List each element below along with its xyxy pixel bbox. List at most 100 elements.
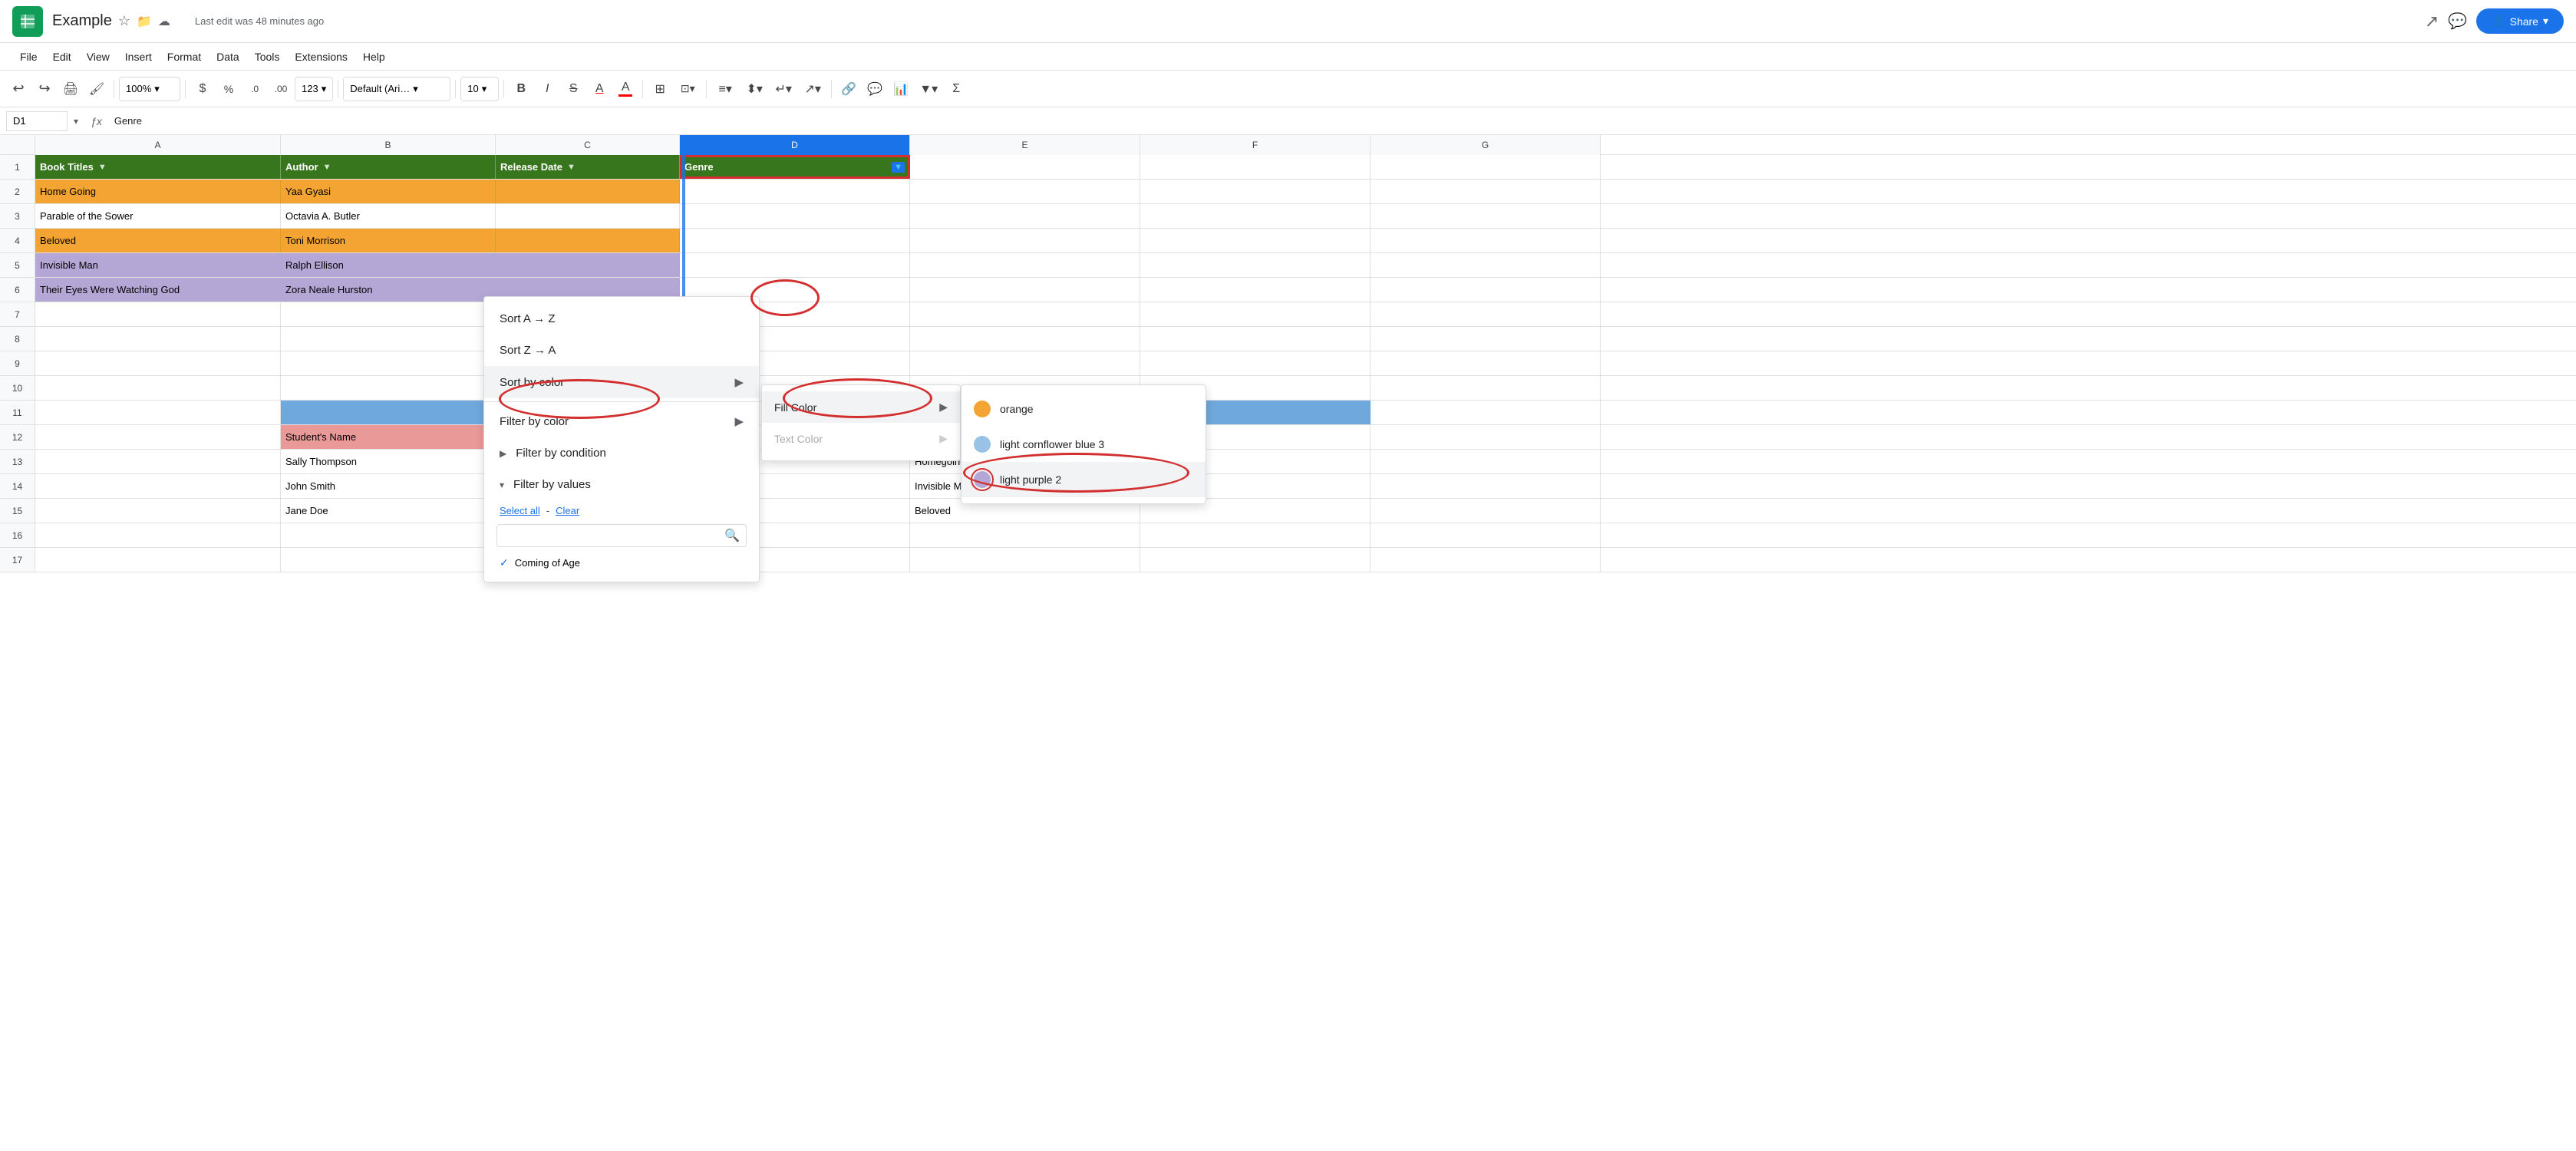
col-header-a[interactable]: A: [35, 135, 281, 155]
cell-d4[interactable]: [680, 229, 910, 252]
cell-b4[interactable]: Toni Morrison: [281, 229, 496, 252]
cell-d1[interactable]: Genre ▼: [680, 155, 910, 179]
v-align-button[interactable]: ⬍▾: [740, 77, 768, 101]
cell-c5[interactable]: [496, 253, 680, 277]
cell-b3[interactable]: Octavia A. Butler: [281, 204, 496, 228]
cell-b6[interactable]: Zora Neale Hurston: [281, 278, 496, 302]
cell-a2[interactable]: Home Going: [35, 180, 281, 203]
fill-color-button[interactable]: A: [613, 77, 638, 101]
cell-d3[interactable]: [680, 204, 910, 228]
text-wrap-button[interactable]: ↵▾: [770, 77, 797, 101]
select-all-link[interactable]: Select all: [500, 505, 540, 516]
cell-c4[interactable]: [496, 229, 680, 252]
font-dropdown[interactable]: Default (Ari… ▾: [343, 77, 450, 101]
color-item-orange[interactable]: orange: [961, 391, 1206, 427]
filter-search-input[interactable]: [503, 530, 724, 542]
menu-item-data[interactable]: Data: [209, 48, 247, 66]
fill-color-item[interactable]: Fill Color ▶: [762, 391, 960, 423]
cell-a5[interactable]: Invisible Man: [35, 253, 281, 277]
cell-f6[interactable]: [1140, 278, 1370, 302]
strikethrough-button[interactable]: S: [561, 77, 585, 101]
sum-button[interactable]: Σ: [944, 77, 968, 101]
filter-item-coming-of-age[interactable]: ✓ Coming of Age: [484, 550, 759, 576]
cell-e6[interactable]: [910, 278, 1140, 302]
ctx-item-sort-za[interactable]: Sort Z → A: [484, 335, 759, 366]
cell-g1[interactable]: [1370, 155, 1601, 179]
h-align-button[interactable]: ≡▾: [711, 77, 739, 101]
cell-e4[interactable]: [910, 229, 1140, 252]
cell-g4[interactable]: [1370, 229, 1601, 252]
cell-d2[interactable]: [680, 180, 910, 203]
star-icon[interactable]: ☆: [118, 13, 130, 29]
cell-a1[interactable]: Book Titles ▼: [35, 155, 281, 179]
undo-button[interactable]: ↩: [6, 77, 31, 101]
menu-item-tools[interactable]: Tools: [247, 48, 288, 66]
menu-item-edit[interactable]: Edit: [45, 48, 79, 66]
underline-button[interactable]: A: [587, 77, 612, 101]
ctx-item-sort-by-color[interactable]: Sort by color ▶: [484, 366, 759, 398]
percent-button[interactable]: %: [216, 77, 241, 101]
clear-link[interactable]: Clear: [556, 505, 579, 516]
cell-g2[interactable]: [1370, 180, 1601, 203]
formula-dropdown-icon[interactable]: ▾: [74, 116, 78, 127]
cell-b5[interactable]: Ralph Ellison: [281, 253, 496, 277]
menu-item-view[interactable]: View: [79, 48, 117, 66]
cell-b2[interactable]: Yaa Gyasi: [281, 180, 496, 203]
menu-item-file[interactable]: File: [12, 48, 45, 66]
font-size-dropdown[interactable]: 10 ▾: [460, 77, 499, 101]
zoom-dropdown[interactable]: 100% ▾: [119, 77, 180, 101]
cell-f4[interactable]: [1140, 229, 1370, 252]
text-color-item[interactable]: Text Color ▶: [762, 423, 960, 454]
cell-f3[interactable]: [1140, 204, 1370, 228]
cell-a4[interactable]: Beloved: [35, 229, 281, 252]
filter-icon-b1[interactable]: ▼: [323, 163, 331, 172]
cell-e5[interactable]: [910, 253, 1140, 277]
print-button[interactable]: 🖨: [58, 77, 83, 101]
link-button[interactable]: 🔗: [836, 77, 861, 101]
col-header-g[interactable]: G: [1370, 135, 1601, 155]
redo-button[interactable]: ↪: [32, 77, 57, 101]
menu-item-insert[interactable]: Insert: [117, 48, 160, 66]
col-header-b[interactable]: B: [281, 135, 496, 155]
cell-f2[interactable]: [1140, 180, 1370, 203]
filter-button[interactable]: ▼▾: [915, 77, 942, 101]
comments-icon[interactable]: 💬: [2448, 12, 2467, 31]
chart-button[interactable]: 📊: [889, 77, 913, 101]
menu-item-extensions[interactable]: Extensions: [287, 48, 355, 66]
menu-item-help[interactable]: Help: [355, 48, 393, 66]
col-header-e[interactable]: E: [910, 135, 1140, 155]
cell-b1[interactable]: Author ▼: [281, 155, 496, 179]
cell-e1[interactable]: [910, 155, 1140, 179]
cell-g5[interactable]: [1370, 253, 1601, 277]
cell-c3[interactable]: [496, 204, 680, 228]
decimal-decrease-button[interactable]: .0: [242, 77, 267, 101]
col-header-c[interactable]: C: [496, 135, 680, 155]
cell-e2[interactable]: [910, 180, 1140, 203]
filter-icon-c1[interactable]: ▼: [567, 163, 576, 172]
cell-ref[interactable]: D1: [6, 111, 68, 131]
filter-icon-a1[interactable]: ▼: [98, 163, 107, 172]
cell-d5[interactable]: [680, 253, 910, 277]
ctx-item-sort-az[interactable]: Sort A → Z: [484, 303, 759, 335]
color-item-cornflower[interactable]: light cornflower blue 3: [961, 427, 1206, 462]
col-header-f[interactable]: F: [1140, 135, 1370, 155]
cell-c2[interactable]: [496, 180, 680, 203]
text-rotation-button[interactable]: ↗▾: [799, 77, 826, 101]
format-123-dropdown[interactable]: 123 ▾: [295, 77, 333, 101]
comment-button[interactable]: 💬: [863, 77, 887, 101]
filter-search-box[interactable]: 🔍: [496, 524, 747, 547]
bold-button[interactable]: B: [509, 77, 533, 101]
ctx-item-filter-by-values[interactable]: ▾ Filter by values: [484, 469, 759, 500]
merge-button[interactable]: ⊡▾: [674, 77, 701, 101]
cloud-icon[interactable]: ☁: [158, 14, 170, 29]
menu-item-format[interactable]: Format: [160, 48, 209, 66]
cell-f5[interactable]: [1140, 253, 1370, 277]
cell-a3[interactable]: Parable of the Sower: [35, 204, 281, 228]
cell-c1[interactable]: Release Date ▼: [496, 155, 680, 179]
cell-g6[interactable]: [1370, 278, 1601, 302]
currency-button[interactable]: $: [190, 77, 215, 101]
paint-format-button[interactable]: 🖌: [84, 77, 109, 101]
color-item-purple[interactable]: light purple 2: [961, 462, 1206, 497]
cell-g3[interactable]: [1370, 204, 1601, 228]
filter-icon-d1[interactable]: ▼: [892, 162, 905, 173]
